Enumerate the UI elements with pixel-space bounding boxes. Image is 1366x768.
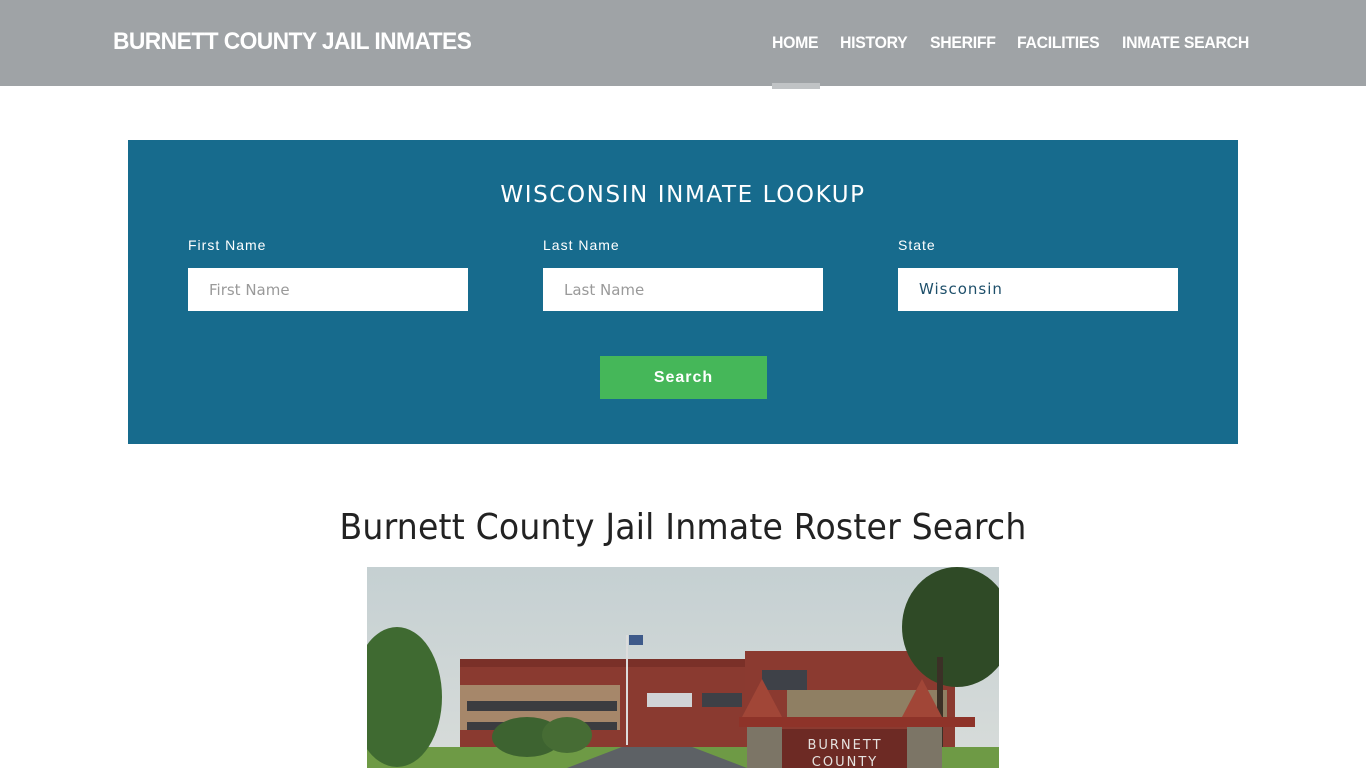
last-name-label: Last Name (543, 237, 620, 253)
last-name-input[interactable] (543, 268, 823, 311)
inmate-lookup-form: WISCONSIN INMATE LOOKUP First Name Last … (128, 140, 1238, 444)
first-name-input[interactable] (188, 268, 468, 311)
first-name-label: First Name (188, 237, 267, 253)
jail-building-photo: BURNETT COUNTY (367, 567, 999, 768)
lookup-title: WISCONSIN INMATE LOOKUP (500, 182, 866, 208)
search-button[interactable]: Search (600, 356, 767, 399)
sign-text-line1: BURNETT (807, 738, 882, 753)
state-label: State (898, 237, 936, 253)
site-brand-link[interactable]: BURNETT COUNTY JAIL INMATES (113, 28, 472, 56)
nav-inmate-search[interactable]: INMATE SEARCH (1122, 33, 1249, 53)
nav-history[interactable]: HISTORY (840, 33, 908, 53)
sign-text-line2: COUNTY (812, 755, 878, 768)
site-header: BURNETT COUNTY JAIL INMATES HOME HISTORY… (0, 0, 1366, 86)
state-select[interactable]: Wisconsin (898, 268, 1178, 311)
nav-facilities[interactable]: FACILITIES (1017, 33, 1100, 53)
page-title: Burnett County Jail Inmate Roster Search (339, 507, 1027, 548)
jail-building-illustration: BURNETT COUNTY (367, 567, 999, 768)
active-nav-indicator (772, 83, 820, 89)
nav-home[interactable]: HOME (772, 33, 819, 53)
nav-sheriff[interactable]: SHERIFF (930, 33, 996, 53)
